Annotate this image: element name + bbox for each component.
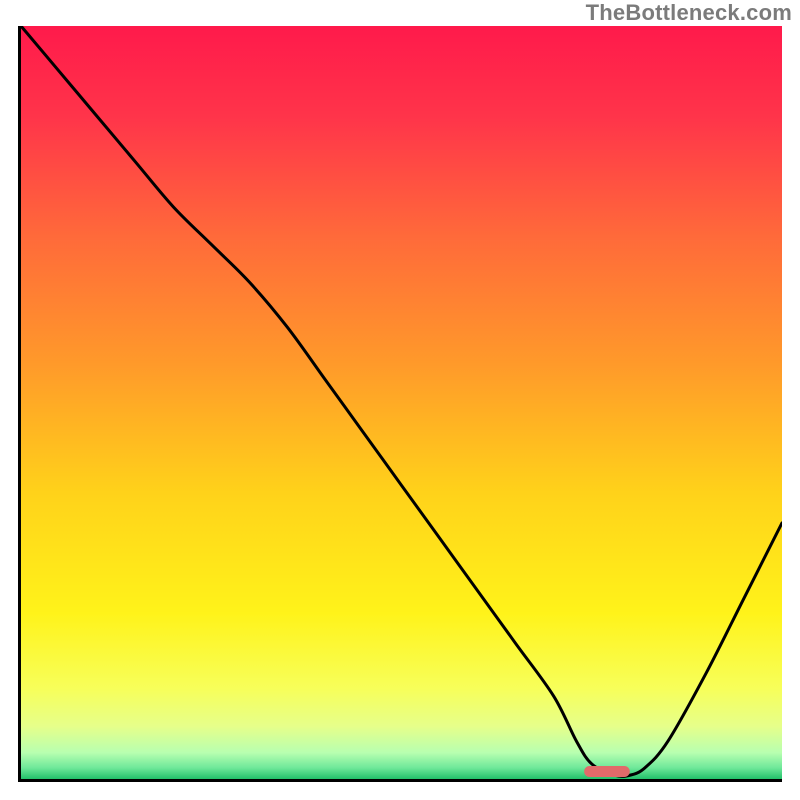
optimal-marker	[21, 26, 782, 779]
plot-area	[21, 26, 782, 779]
chart-stage: TheBottleneck.com	[0, 0, 800, 800]
watermark-text: TheBottleneck.com	[586, 0, 792, 26]
